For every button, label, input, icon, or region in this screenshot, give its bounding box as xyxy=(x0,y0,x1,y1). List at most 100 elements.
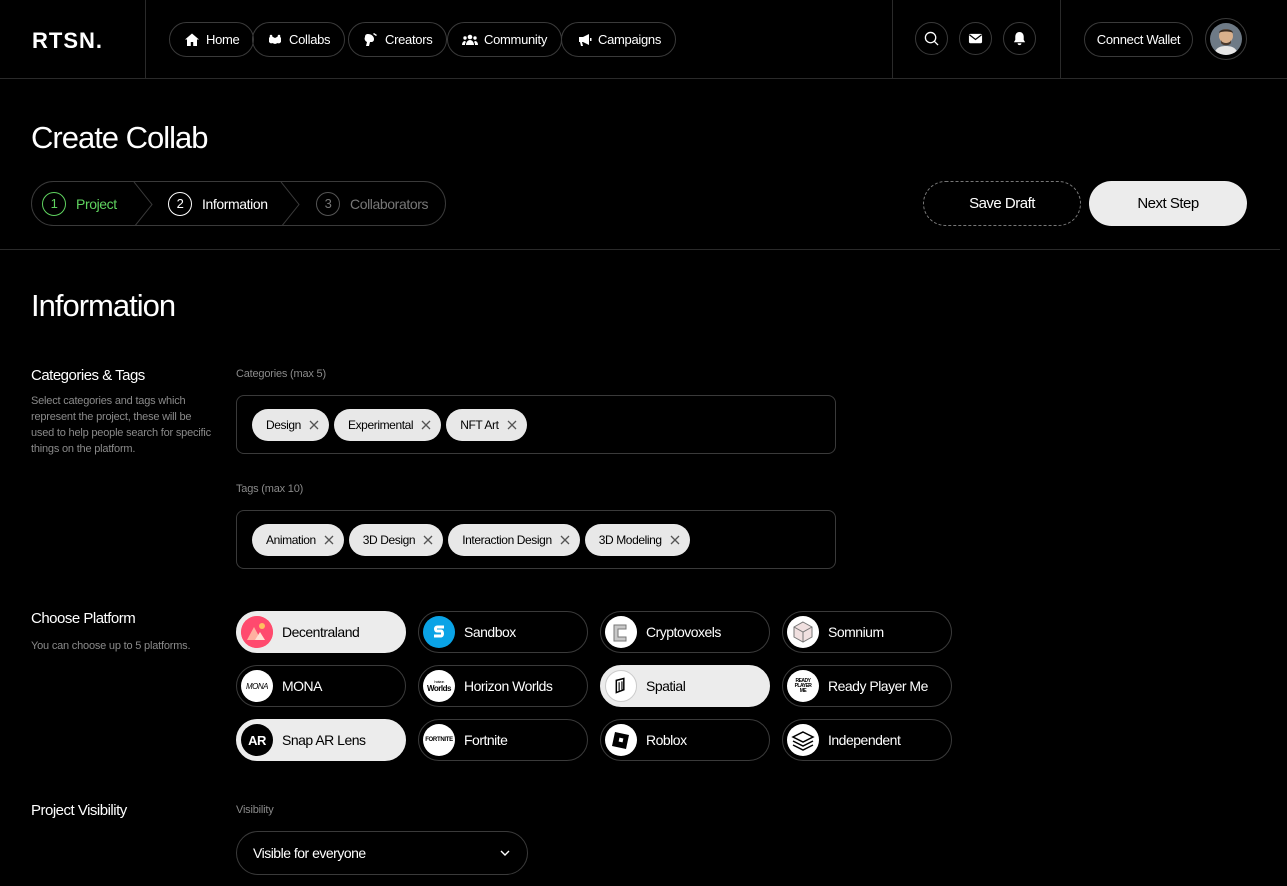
page-title: Create Collab xyxy=(31,120,209,155)
somnium-icon xyxy=(787,616,819,648)
nav-community[interactable]: Community xyxy=(447,22,563,57)
platform-cryptovoxels[interactable]: Cryptovoxels xyxy=(600,611,770,653)
nav-home[interactable]: Home xyxy=(169,22,255,57)
step-number: 2 xyxy=(168,191,192,216)
platform-independent[interactable]: Independent xyxy=(782,719,952,761)
collabs-icon xyxy=(269,34,281,44)
chevron-down-icon xyxy=(500,850,510,856)
tags-field-label: Tags (max 10) xyxy=(236,483,304,495)
decentraland-icon xyxy=(241,616,273,648)
nav-campaigns-label: Campaigns xyxy=(598,32,662,47)
tags-input[interactable]: Animation 3D Design Interaction Design 3… xyxy=(236,510,836,569)
nav-creators[interactable]: Creators xyxy=(348,22,448,57)
step-number: 3 xyxy=(316,191,340,216)
step-label: Information xyxy=(202,195,268,212)
platform-snap-ar-lens[interactable]: AR Snap AR Lens xyxy=(236,719,406,761)
close-icon[interactable] xyxy=(507,420,517,430)
tag-chip: Interaction Design xyxy=(448,523,580,556)
categories-input[interactable]: Design Experimental NFT Art xyxy=(236,395,836,454)
step-project[interactable]: 1 Project xyxy=(42,182,117,225)
step-information[interactable]: 2 Information xyxy=(168,182,268,225)
save-draft-button[interactable]: Save Draft xyxy=(923,181,1081,226)
close-icon[interactable] xyxy=(324,535,334,545)
notifications-button[interactable] xyxy=(1003,22,1036,55)
platform-name: Roblox xyxy=(646,732,687,748)
platform-name: MONA xyxy=(282,678,323,694)
megaphone-icon xyxy=(579,33,592,46)
platform-name: Sandbox xyxy=(464,624,516,640)
tag-chip: 3D Design xyxy=(348,523,444,556)
spatial-icon xyxy=(605,670,637,702)
categories-tags-label: Categories & Tags xyxy=(31,367,145,384)
visibility-field-label: Visibility xyxy=(236,804,274,816)
chevron-right-icon xyxy=(280,182,300,225)
sandbox-icon xyxy=(423,616,455,648)
divider xyxy=(145,0,146,78)
platform-ready-player-me[interactable]: READY PLAYER ME Ready Player Me xyxy=(782,665,952,707)
layers-icon xyxy=(787,724,819,756)
nav-collabs-label: Collabs xyxy=(289,32,331,47)
stepper: 1 Project 2 Information 3 Collaborators xyxy=(31,181,446,226)
messages-button[interactable] xyxy=(959,22,992,55)
tag-chip: 3D Modeling xyxy=(584,523,690,556)
platform-name: Snap AR Lens xyxy=(282,732,366,748)
platform-fortnite[interactable]: FORTNITE Fortnite xyxy=(418,719,588,761)
bell-icon xyxy=(1013,31,1026,46)
next-step-button[interactable]: Next Step xyxy=(1089,181,1247,226)
close-icon[interactable] xyxy=(309,420,319,430)
chip-label: Animation xyxy=(266,532,316,547)
icon-text: FORTNITE xyxy=(425,737,453,743)
platform-name: Fortnite xyxy=(464,732,508,748)
platform-name: Horizon Worlds xyxy=(464,678,553,694)
connect-wallet-button[interactable]: Connect Wallet xyxy=(1084,22,1193,57)
platform-sandbox[interactable]: Sandbox xyxy=(418,611,588,653)
close-icon[interactable] xyxy=(560,535,570,545)
fortnite-icon: FORTNITE xyxy=(423,724,455,756)
chip-label: 3D Modeling xyxy=(598,532,662,547)
nav-home-label: Home xyxy=(206,32,240,47)
top-navigation-bar: RTSN. Home Collabs Creators Community Ca… xyxy=(0,0,1287,79)
step-label: Collaborators xyxy=(350,195,429,212)
community-icon xyxy=(462,34,478,45)
close-icon[interactable] xyxy=(421,420,431,430)
categories-field-label: Categories (max 5) xyxy=(236,368,326,380)
snap-ar-icon: AR xyxy=(241,724,273,756)
logo[interactable]: RTSN. xyxy=(32,28,103,54)
platform-decentraland[interactable]: Decentraland xyxy=(236,611,406,653)
avatar[interactable] xyxy=(1205,18,1247,60)
platform-name: Somnium xyxy=(828,624,884,640)
icon-text: AR xyxy=(248,732,266,748)
category-chip: NFT Art xyxy=(446,408,527,441)
close-icon[interactable] xyxy=(423,535,433,545)
platform-name: Spatial xyxy=(646,678,686,694)
divider xyxy=(1060,0,1061,78)
nav-collabs[interactable]: Collabs xyxy=(252,22,346,57)
search-button[interactable] xyxy=(915,22,948,55)
platform-name: Ready Player Me xyxy=(828,678,928,694)
home-icon xyxy=(185,33,199,46)
mona-icon: MONA xyxy=(241,670,273,702)
horizon-worlds-icon: horizon Worlds xyxy=(423,670,455,702)
chip-label: NFT Art xyxy=(460,417,499,432)
project-visibility-label: Project Visibility xyxy=(31,802,127,819)
nav-campaigns[interactable]: Campaigns xyxy=(561,22,677,57)
creators-icon xyxy=(364,32,377,46)
divider xyxy=(0,249,1280,250)
step-collaborators[interactable]: 3 Collaborators xyxy=(316,182,428,225)
cryptovoxels-icon xyxy=(605,616,637,648)
visibility-value: Visible for everyone xyxy=(253,845,366,861)
platform-name: Independent xyxy=(828,732,901,748)
platform-mona[interactable]: MONA MONA xyxy=(236,665,406,707)
visibility-select[interactable]: Visible for everyone xyxy=(236,831,528,875)
close-icon[interactable] xyxy=(670,535,680,545)
chevron-right-icon xyxy=(133,182,153,225)
platform-horizon-worlds[interactable]: horizon Worlds Horizon Worlds xyxy=(418,665,588,707)
mail-icon xyxy=(968,33,983,44)
chip-label: 3D Design xyxy=(362,532,416,547)
tag-chip: Animation xyxy=(252,523,344,556)
platform-spatial[interactable]: Spatial xyxy=(600,665,770,707)
platform-somnium[interactable]: Somnium xyxy=(782,611,952,653)
choose-platform-label: Choose Platform xyxy=(31,610,136,627)
platform-roblox[interactable]: Roblox xyxy=(600,719,770,761)
step-number: 1 xyxy=(42,191,66,216)
